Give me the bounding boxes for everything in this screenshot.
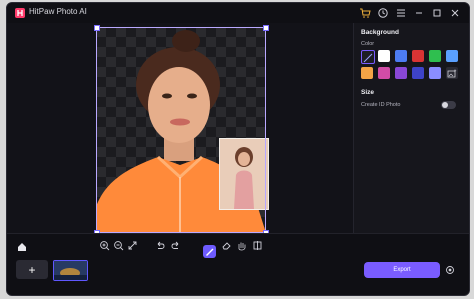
close-icon[interactable]	[449, 7, 461, 19]
toggle-knob	[442, 102, 448, 108]
bottom-toolbar: + Export	[7, 233, 469, 295]
menu-icon[interactable]	[395, 7, 407, 19]
cart-icon[interactable]	[359, 7, 371, 19]
app-title: HitPaw Photo AI	[29, 7, 87, 16]
app-window: HitPaw Photo AI Background Color Size Cr…	[6, 2, 470, 296]
color-swatch-indigo[interactable]	[412, 67, 424, 79]
size-section-title: Size	[361, 89, 375, 96]
title-bar: HitPaw Photo AI	[7, 3, 469, 23]
color-swatch-green[interactable]	[429, 50, 441, 62]
create-id-photo-label: Create ID Photo	[361, 102, 401, 108]
undo-icon[interactable]	[155, 240, 166, 251]
fit-screen-icon[interactable]	[127, 240, 138, 251]
compare-icon[interactable]	[252, 240, 263, 251]
create-id-photo-toggle[interactable]	[441, 101, 456, 109]
color-swatch-blue[interactable]	[395, 50, 407, 62]
minimize-icon[interactable]	[413, 7, 425, 19]
zoom-in-icon[interactable]	[99, 240, 110, 251]
brush-tool-button[interactable]	[203, 245, 216, 258]
custom-image-button[interactable]	[446, 67, 458, 79]
add-image-icon	[447, 69, 457, 78]
color-swatch-lavender[interactable]	[429, 67, 441, 79]
original-preview-thumbnail	[219, 138, 269, 210]
color-swatch-orange[interactable]	[361, 67, 373, 79]
export-button[interactable]: Export	[364, 262, 440, 278]
hand-icon[interactable]	[236, 240, 247, 251]
color-swatch-pink[interactable]	[378, 67, 390, 79]
redo-icon[interactable]	[170, 240, 181, 251]
canvas-area[interactable]	[7, 23, 353, 236]
color-swatch-none[interactable]	[361, 50, 375, 64]
crop-handle-top-left[interactable]	[94, 25, 100, 31]
app-logo-icon	[15, 8, 25, 18]
add-image-button[interactable]: +	[16, 260, 48, 279]
color-label: Color	[361, 41, 375, 47]
settings-panel: Background Color Size Create ID Photo	[353, 23, 469, 233]
settings-icon[interactable]	[445, 265, 455, 275]
color-swatch-red[interactable]	[412, 50, 424, 62]
color-swatch-sky-blue[interactable]	[446, 50, 458, 62]
history-icon[interactable]	[377, 7, 389, 19]
eraser-icon[interactable]	[221, 240, 232, 251]
image-thumbnail[interactable]	[53, 260, 88, 281]
home-icon[interactable]	[17, 242, 27, 252]
brush-icon	[206, 248, 214, 256]
color-swatch-white[interactable]	[378, 50, 390, 62]
color-swatch-purple[interactable]	[395, 67, 407, 79]
crop-handle-top-right[interactable]	[263, 25, 269, 31]
background-section-title: Background	[361, 29, 399, 36]
maximize-icon[interactable]	[431, 7, 443, 19]
zoom-out-icon[interactable]	[113, 240, 124, 251]
